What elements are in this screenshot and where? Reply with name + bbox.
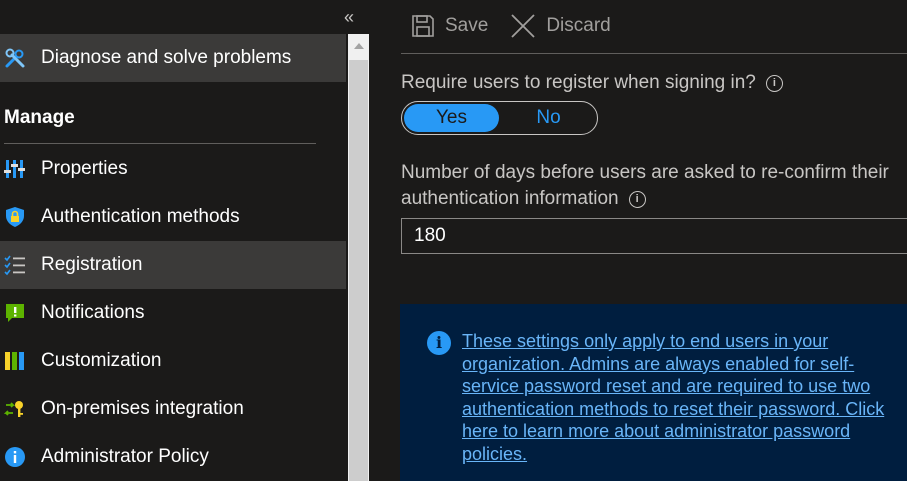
info-icon[interactable]: i <box>765 74 783 92</box>
sidebar-scrollbar[interactable] <box>346 34 371 481</box>
shield-lock-icon <box>0 206 41 228</box>
sidebar-item-label: Administrator Policy <box>41 446 209 467</box>
info-icon <box>0 446 41 468</box>
toolbar-divider <box>401 53 907 54</box>
sidebar-item-customization[interactable]: Customization <box>0 337 346 385</box>
save-button[interactable]: Save <box>411 14 488 38</box>
require-registration-toggle[interactable]: Yes No <box>401 101 598 135</box>
section-title-manage: Manage <box>4 107 75 128</box>
sync-key-icon <box>0 398 41 420</box>
wrench-icon <box>0 47 41 69</box>
scrollbar-thumb[interactable] <box>349 60 368 481</box>
notification-icon <box>0 302 41 324</box>
info-banner: i These settings only apply to end users… <box>400 304 907 481</box>
sidebar-item-diagnose[interactable]: Diagnose and solve problems <box>0 34 346 82</box>
discard-button[interactable]: Discard <box>510 13 611 39</box>
checklist-icon <box>0 254 41 276</box>
sidebar-item-properties[interactable]: Properties <box>0 145 346 193</box>
sidebar-item-registration[interactable]: Registration <box>0 241 346 289</box>
sidebar-item-label: On-premises integration <box>41 398 244 419</box>
sidebar-item-label: Properties <box>41 158 128 179</box>
scroll-up-arrow-icon[interactable] <box>348 34 369 58</box>
sidebar-item-on-premises-integration[interactable]: On-premises integration <box>0 385 346 433</box>
double-chevron-left-icon: « <box>344 7 355 27</box>
info-icon: i <box>427 331 451 355</box>
save-icon <box>412 15 434 37</box>
sidebar-item-label: Registration <box>41 254 143 275</box>
sidebar-item-label: Customization <box>41 350 162 371</box>
require-registration-label: Require users to register when signing i… <box>401 72 783 94</box>
sidebar-item-label: Authentication methods <box>41 206 240 227</box>
info-icon[interactable]: i <box>628 190 646 208</box>
save-label: Save <box>445 15 489 36</box>
reconfirm-days-input[interactable]: 180 <box>401 218 907 254</box>
sidebar-item-notifications[interactable]: Notifications <box>0 289 346 337</box>
reconfirm-days-label-line1: Number of days before users are asked to… <box>401 162 889 183</box>
sidebar-item-label: Diagnose and solve problems <box>41 47 292 68</box>
collapse-sidebar-button[interactable]: « <box>344 8 354 26</box>
command-bar: Save Discard <box>411 10 633 42</box>
sidebar-item-authentication-methods[interactable]: Authentication methods <box>0 193 346 241</box>
discard-label: Discard <box>546 15 611 36</box>
reconfirm-days-value: 180 <box>414 225 446 246</box>
section-divider <box>4 143 316 144</box>
sidebar-item-label: Notifications <box>41 302 145 323</box>
admin-policy-link[interactable]: These settings only apply to end users i… <box>462 330 902 465</box>
reconfirm-days-label-line2: authentication information i <box>401 188 646 210</box>
customization-icon <box>0 350 41 372</box>
close-icon <box>511 14 535 38</box>
sidebar: Diagnose and solve problems Manage Prope… <box>0 0 346 481</box>
toggle-yes-option[interactable]: Yes <box>404 104 499 132</box>
toggle-no-option[interactable]: No <box>501 104 596 132</box>
main-panel: Save Discard Require users to register w… <box>371 0 907 481</box>
properties-icon <box>0 158 41 180</box>
sidebar-item-administrator-policy[interactable]: Administrator Policy <box>0 433 346 481</box>
